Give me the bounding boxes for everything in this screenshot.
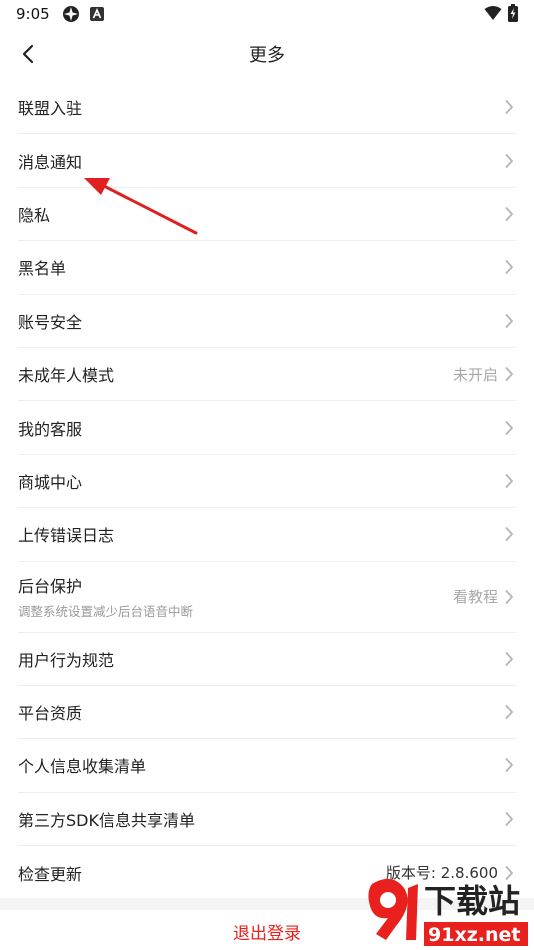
chevron-right-icon <box>502 205 516 223</box>
row-upload-error-log[interactable]: 上传错误日志 <box>18 508 516 562</box>
row-label: 用户行为规范 <box>18 650 115 670</box>
row-label: 消息通知 <box>18 152 83 172</box>
row-label: 黑名单 <box>18 259 67 279</box>
row-message-notification[interactable]: 消息通知 <box>18 134 516 188</box>
row-label: 隐私 <box>18 205 51 225</box>
chevron-right-icon <box>502 756 516 774</box>
row-value: 未开启 <box>452 365 498 384</box>
row-label: 我的客服 <box>18 419 83 439</box>
chevron-right-icon <box>502 703 516 721</box>
wifi-icon <box>484 5 502 25</box>
watermark-main-text: 下载站 <box>424 882 520 920</box>
row-alliance-join[interactable]: 联盟入驻 <box>18 81 516 135</box>
row-label: 第三方SDK信息共享清单 <box>18 810 195 830</box>
row-subtitle: 调整系统设置减少后台语音中断 <box>18 604 194 620</box>
row-label: 联盟入驻 <box>18 99 83 119</box>
nav-bar: 更多 <box>0 28 534 80</box>
row-label: 平台资质 <box>18 704 83 724</box>
row-personal-info-list[interactable]: 个人信息收集清单 <box>18 739 516 793</box>
status-bar: 9:05 <box>0 0 534 28</box>
chevron-right-icon <box>502 472 516 490</box>
row-label: 个人信息收集清单 <box>18 757 147 777</box>
battery-charging-icon <box>508 4 518 26</box>
chevron-right-icon <box>502 525 516 543</box>
chevron-right-icon <box>502 98 516 116</box>
row-label: 后台保护 <box>18 577 83 597</box>
back-button[interactable] <box>12 38 44 70</box>
chevron-right-icon <box>502 588 516 606</box>
chevron-left-icon <box>22 44 34 64</box>
row-minor-mode[interactable]: 未成年人模式 未开启 <box>18 348 516 402</box>
chevron-right-icon <box>502 152 516 170</box>
page-title: 更多 <box>249 45 285 66</box>
row-label: 商城中心 <box>18 472 83 492</box>
row-label: 未成年人模式 <box>18 366 115 386</box>
row-platform-qualification[interactable]: 平台资质 <box>18 686 516 740</box>
chevron-right-icon <box>502 419 516 437</box>
row-label: 上传错误日志 <box>18 526 115 546</box>
snowflake-icon <box>62 5 80 23</box>
row-value: 看教程 <box>452 588 498 607</box>
row-blacklist[interactable]: 黑名单 <box>18 241 516 295</box>
watermark-url-text: 91xz.net <box>428 924 520 946</box>
row-label: 账号安全 <box>18 312 83 332</box>
chevron-right-icon <box>502 258 516 276</box>
row-mall-center[interactable]: 商城中心 <box>18 455 516 509</box>
status-time: 9:05 <box>16 5 50 23</box>
chevron-right-icon <box>502 365 516 383</box>
settings-list: 联盟入驻 消息通知 隐私 黑名单 账号安全 未成年人模式 未开启 我的客服 商城… <box>0 81 534 899</box>
row-third-party-sdk-list[interactable]: 第三方SDK信息共享清单 <box>18 793 516 847</box>
row-background-protection[interactable]: 后台保护 调整系统设置减少后台语音中断 看教程 <box>18 562 516 633</box>
chevron-right-icon <box>502 312 516 330</box>
app-a-icon <box>89 7 104 21</box>
chevron-right-icon <box>502 650 516 668</box>
row-account-security[interactable]: 账号安全 <box>18 295 516 348</box>
row-label: 检查更新 <box>18 864 83 884</box>
chevron-right-icon <box>502 810 516 828</box>
row-privacy[interactable]: 隐私 <box>18 188 516 242</box>
row-customer-service[interactable]: 我的客服 <box>18 401 516 455</box>
row-user-conduct-rules[interactable]: 用户行为规范 <box>18 633 516 686</box>
watermark-logo-icon: 下载站 91xz.net <box>368 878 528 946</box>
